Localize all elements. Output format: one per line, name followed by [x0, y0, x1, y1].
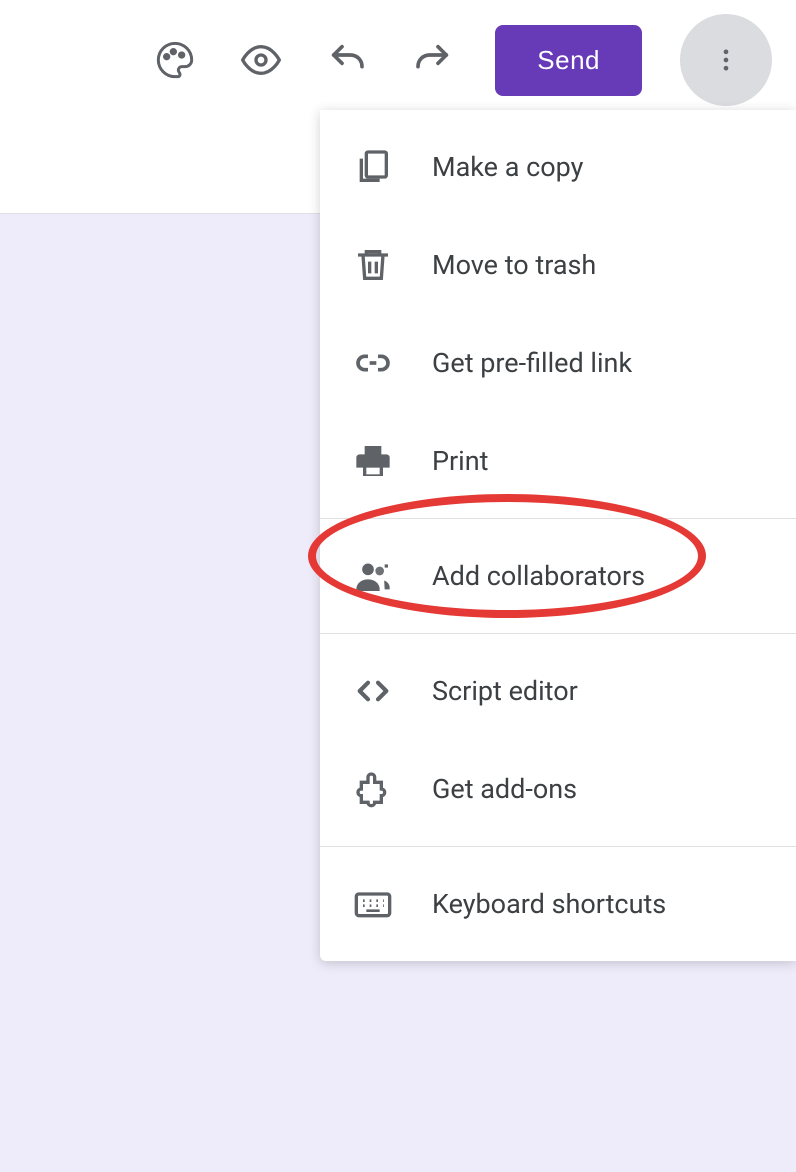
- menu-section-tools: Script editor Get add-ons: [320, 634, 796, 847]
- menu-item-get-addons[interactable]: Get add-ons: [320, 740, 796, 838]
- menu-label: Move to trash: [432, 249, 596, 281]
- menu-section-file: Make a copy Move to trash G: [320, 110, 796, 519]
- code-icon: [352, 670, 394, 712]
- keyboard-icon: [352, 883, 394, 925]
- menu-label: Print: [432, 445, 489, 477]
- menu-item-add-collaborators[interactable]: Add collaborators: [320, 527, 796, 625]
- trash-icon: [352, 244, 394, 286]
- print-icon: [352, 440, 394, 482]
- extension-icon: [352, 768, 394, 810]
- menu-label: Keyboard shortcuts: [432, 888, 666, 920]
- menu-item-keyboard-shortcuts[interactable]: Keyboard shortcuts: [320, 855, 796, 953]
- preview-icon[interactable]: [237, 36, 285, 84]
- menu-item-prefilled-link[interactable]: Get pre-filled link: [320, 314, 796, 412]
- menu-label: Make a copy: [432, 151, 583, 183]
- menu-label: Script editor: [432, 675, 578, 707]
- menu-item-move-to-trash[interactable]: Move to trash: [320, 216, 796, 314]
- more-dropdown-menu: Make a copy Move to trash G: [320, 110, 796, 961]
- menu-item-script-editor[interactable]: Script editor: [320, 642, 796, 740]
- menu-section-share: Add collaborators: [320, 519, 796, 634]
- menu-label: Add collaborators: [432, 560, 645, 592]
- link-icon: [352, 342, 394, 384]
- redo-icon[interactable]: [409, 36, 457, 84]
- send-button[interactable]: Send: [495, 25, 642, 96]
- menu-item-make-copy[interactable]: Make a copy: [320, 118, 796, 216]
- toolbar: Send: [0, 0, 796, 120]
- copy-icon: [352, 146, 394, 188]
- menu-item-print[interactable]: Print: [320, 412, 796, 510]
- more-menu-button[interactable]: [680, 14, 772, 106]
- person-add-icon: [352, 555, 394, 597]
- palette-icon[interactable]: [151, 36, 199, 84]
- undo-icon[interactable]: [323, 36, 371, 84]
- menu-label: Get add-ons: [432, 773, 577, 805]
- menu-label: Get pre-filled link: [432, 347, 632, 379]
- menu-section-help: Keyboard shortcuts: [320, 847, 796, 961]
